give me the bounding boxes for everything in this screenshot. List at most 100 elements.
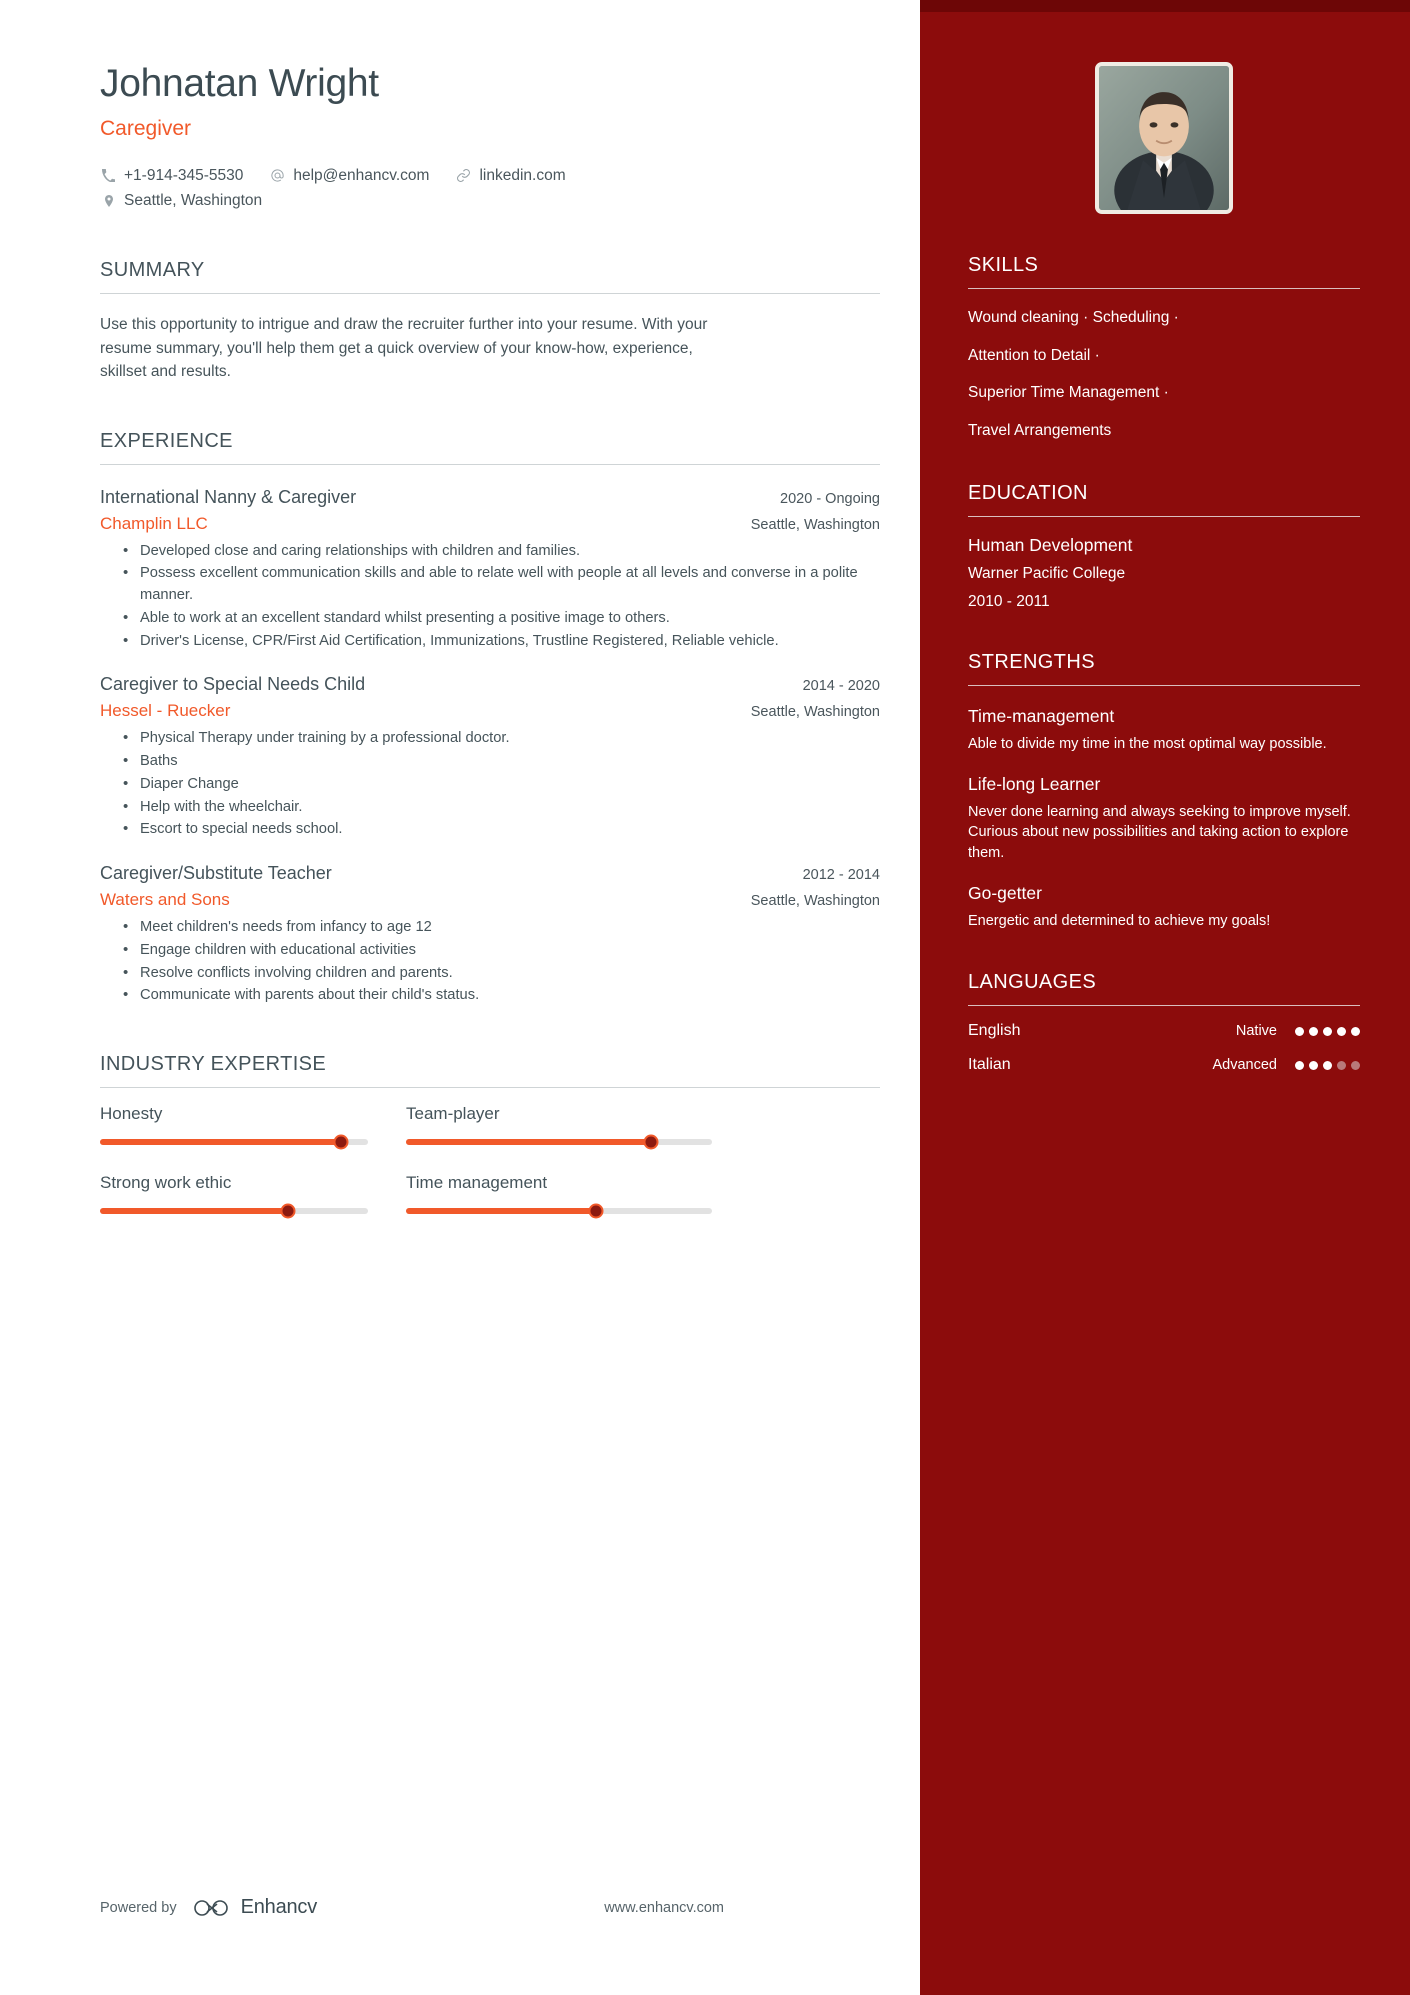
summary-section: SUMMARY Use this opportunity to intrigue… (100, 259, 880, 384)
strengths-section: STRENGTHS Time-management Able to divide… (968, 651, 1360, 931)
language-name: English (968, 1022, 1021, 1040)
job-bullet: Physical Therapy under training by a pro… (123, 727, 880, 750)
job-company[interactable]: Champlin LLC (100, 514, 208, 534)
rating-dot (1351, 1026, 1360, 1036)
language-level: Native (1235, 1023, 1277, 1040)
job-title: Caregiver (100, 116, 192, 140)
resume-page: Johnatan Wright Caregiver +1-914-345-553… (0, 0, 1410, 1995)
job-location: Seattle, Washington (750, 516, 880, 533)
contact-link[interactable]: linkedin.com (455, 163, 566, 188)
expertise-slider[interactable] (406, 1203, 712, 1219)
education-degree: Human Development (968, 534, 1133, 555)
job-date: 2020 - Ongoing (780, 490, 880, 507)
language-rating-dots (1295, 1026, 1360, 1036)
strengths-divider (968, 684, 1360, 686)
education-dates: 2010 - 2011 (968, 592, 1050, 610)
summary-divider (100, 293, 880, 295)
skills-list: Wound cleaning · Scheduling · Attention … (968, 307, 1360, 442)
experience-section: EXPERIENCE International Nanny & Caregiv… (100, 430, 880, 1008)
job-bullet: Possess excellent communication skills a… (123, 562, 880, 607)
job-company[interactable]: Waters and Sons (100, 890, 230, 910)
job-date: 2014 - 2020 (802, 678, 880, 695)
job-bullet: Help with the wheelchair. (123, 796, 880, 819)
education-divider (968, 515, 1360, 517)
main-column: Johnatan Wright Caregiver +1-914-345-553… (0, 0, 920, 1995)
expertise-slider[interactable] (100, 1134, 368, 1150)
strength-item: Go-getter Energetic and determined to ac… (968, 883, 1360, 931)
strength-description: Energetic and determined to achieve my g… (968, 912, 1271, 929)
contact-location: Seattle, Washington (100, 188, 262, 213)
contact-email[interactable]: help@enhancv.com (269, 163, 429, 188)
expertise-item: Team-player (406, 1104, 712, 1150)
contact-phone[interactable]: +1-914-345-5530 (100, 163, 243, 188)
skills-divider (968, 288, 1360, 289)
job-date: 2012 - 2014 (802, 867, 880, 884)
expertise-item: Strong work ethic (100, 1173, 406, 1219)
job-position: Caregiver/Substitute Teacher (100, 863, 332, 884)
strength-item: Time-management Able to divide my time i… (968, 706, 1360, 754)
slider-knob[interactable] (643, 1134, 659, 1150)
expertise-slider[interactable] (406, 1134, 712, 1150)
rating-dot (1309, 1060, 1318, 1070)
skill-line: Wound cleaning · Scheduling · (968, 309, 1179, 326)
education-item: Human Development Warner Pacific College… (968, 535, 1360, 611)
language-name: Italian (968, 1056, 1011, 1074)
brand-name: Enhancv (240, 1896, 318, 1918)
expertise-slider[interactable] (100, 1203, 368, 1219)
job-bullets: Developed close and caring relationships… (100, 540, 880, 653)
experience-item: Caregiver to Special Needs Child 2014 - … (100, 674, 880, 841)
job-company[interactable]: Hessel - Ruecker (100, 701, 230, 721)
enhancv-logo-icon (191, 1898, 233, 1918)
rating-dot (1351, 1060, 1360, 1070)
expertise-label: Time management (406, 1173, 548, 1193)
phone-icon (100, 168, 117, 182)
slider-knob[interactable] (588, 1203, 604, 1219)
skill-line: Superior Time Management · (968, 384, 1169, 402)
slider-fill (100, 1208, 288, 1215)
strengths-heading: STRENGTHS (968, 650, 1095, 673)
job-bullet: Driver's License, CPR/First Aid Certific… (123, 630, 880, 653)
experience-item: Caregiver/Substitute Teacher 2012 - 2014… (100, 863, 880, 1007)
languages-divider (968, 1005, 1360, 1007)
slider-fill (406, 1208, 596, 1215)
languages-list: English Native Italian Advanced (968, 1022, 1360, 1074)
slider-knob[interactable] (280, 1203, 296, 1219)
expertise-item: Time management (406, 1173, 712, 1219)
rating-dot (1295, 1026, 1304, 1036)
contact-location-text: Seattle, Washington (124, 191, 263, 209)
language-item: Italian Advanced (968, 1056, 1360, 1074)
footer-url[interactable]: www.enhancv.com (604, 1900, 724, 1916)
industry-expertise-divider (100, 1087, 880, 1089)
skills-section: SKILLS Wound cleaning · Scheduling · Att… (968, 254, 1360, 442)
summary-heading: SUMMARY (100, 259, 205, 282)
contact-email-text: help@enhancv.com (293, 166, 430, 184)
rating-dot (1309, 1026, 1318, 1036)
strength-name: Time-management (968, 705, 1115, 726)
rating-dot (1295, 1060, 1304, 1070)
expertise-label: Strong work ethic (100, 1173, 232, 1193)
link-icon (455, 168, 472, 183)
slider-fill (100, 1139, 342, 1146)
powered-by-block: Powered by Enhancv (100, 1896, 317, 1919)
summary-text: Use this opportunity to intrigue and dra… (100, 316, 708, 381)
job-location: Seattle, Washington (750, 893, 880, 910)
experience-heading: EXPERIENCE (100, 429, 233, 452)
job-position: Caregiver to Special Needs Child (100, 674, 366, 695)
rating-dot (1337, 1060, 1346, 1070)
industry-expertise-section: INDUSTRY EXPERTISE Honesty Team-player S… (100, 1053, 880, 1242)
skill-line: Travel Arrangements (968, 422, 1112, 440)
language-item: English Native (968, 1022, 1360, 1040)
rating-dot (1323, 1026, 1332, 1036)
page-title: Johnatan Wright (100, 62, 379, 105)
footer: Powered by Enhancv www.enhancv.com (100, 1896, 724, 1919)
job-position: International Nanny & Caregiver (100, 486, 357, 507)
experience-item: International Nanny & Caregiver 2020 - O… (100, 487, 880, 653)
languages-section: LANGUAGES English Native Italian Advance… (968, 971, 1360, 1074)
language-rating-dots (1295, 1060, 1360, 1070)
industry-expertise-heading: INDUSTRY EXPERTISE (100, 1053, 327, 1076)
slider-knob[interactable] (333, 1134, 349, 1150)
expertise-sliders: Honesty Team-player Strong work ethic Ti… (100, 1104, 712, 1242)
language-level: Advanced (1212, 1057, 1278, 1074)
skills-heading: SKILLS (968, 254, 1039, 276)
location-pin-icon (100, 194, 117, 208)
